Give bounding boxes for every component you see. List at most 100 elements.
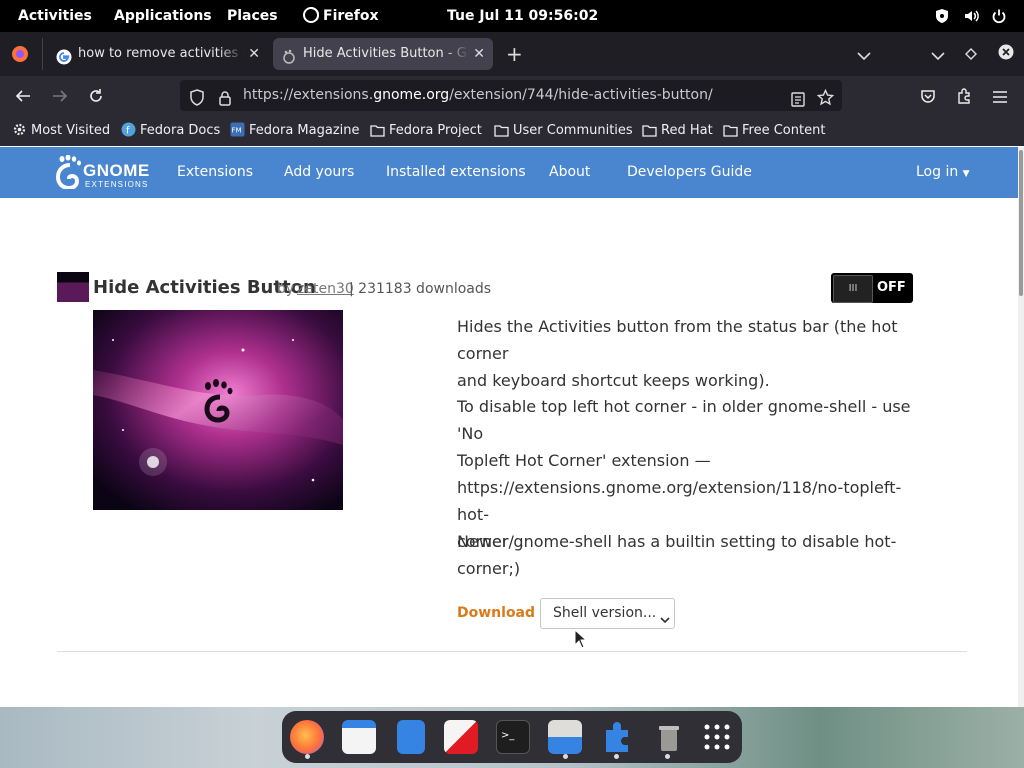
scrollbar-thumb[interactable] [1019, 150, 1023, 296]
bookmark-free-content[interactable]: Free Content [723, 116, 825, 146]
divider [42, 38, 43, 70]
shield-icon[interactable] [935, 8, 949, 28]
clock[interactable]: Tue Jul 11 09:56:02 [447, 0, 598, 32]
gnome-foot-logo-icon [56, 155, 81, 189]
extensions-icon[interactable] [956, 88, 972, 108]
show-apps-grid-icon[interactable] [700, 720, 734, 754]
bookmark-fedora-project[interactable]: Fedora Project [370, 116, 482, 146]
extensions-puzzle-icon[interactable] [600, 720, 634, 754]
bookmark-label: Most Visited [31, 123, 111, 138]
applications-menu[interactable]: Applications [114, 0, 212, 32]
firefox-view-icon[interactable] [11, 45, 29, 67]
reload-icon[interactable] [88, 88, 104, 108]
nav-developers-guide[interactable]: Developers Guide [627, 147, 752, 198]
forward-icon[interactable] [52, 88, 68, 108]
bookmark-star-icon[interactable] [816, 87, 835, 118]
navigation-toolbar: https://extensions.gnome.org/extension/7… [0, 76, 1024, 116]
gnome-top-bar: Activities Applications Places Firefox T… [0, 0, 1024, 32]
logo-text-bottom: EXTENSIONS [85, 180, 149, 189]
svg-text:FM: FM [232, 127, 242, 135]
firefox-icon [303, 6, 320, 23]
tab-hide-activities-button[interactable]: Hide Activities Button - GNOME ✕ [273, 38, 493, 70]
folder-icon [370, 125, 385, 137]
toggle-state-label: OFF [877, 280, 906, 295]
folder-icon [642, 125, 657, 137]
chevron-down-icon[interactable] [931, 46, 945, 65]
list-tabs-icon[interactable] [857, 46, 871, 65]
site-header: GNOME EXTENSIONS Extensions Add yours In… [0, 147, 1018, 198]
bookmark-fedora-docs[interactable]: f Fedora Docs [121, 116, 220, 146]
folder-icon [723, 125, 738, 137]
bookmark-label: Fedora Project [389, 123, 482, 138]
firefox-icon[interactable] [290, 720, 324, 754]
shell-version-value: Shell version... [553, 605, 657, 621]
description-line: Topleft Hot Corner' extension — [457, 451, 711, 470]
extension-screenshot[interactable] [93, 310, 343, 510]
terminal-icon[interactable]: >_ [496, 720, 530, 754]
bookmark-user-communities[interactable]: User Communities [494, 116, 633, 146]
back-icon[interactable] [15, 88, 31, 108]
tab-strip: how to remove activities gnome ✕ Hide Ac… [0, 32, 1024, 76]
description-line: https://extensions.gnome.org/extension/1… [457, 478, 902, 524]
extension-icon [57, 272, 89, 302]
gnome-extensions-logo[interactable]: GNOME EXTENSIONS [56, 155, 150, 191]
chevron-down-icon [660, 609, 670, 628]
tweaks-icon[interactable] [548, 720, 582, 754]
pocket-icon[interactable] [920, 88, 936, 108]
tab-title: how to remove activities gnome [78, 46, 244, 61]
gear-icon [13, 123, 26, 136]
running-indicator [614, 754, 619, 759]
close-icon[interactable]: ✕ [248, 38, 260, 70]
minimize-icon[interactable] [965, 45, 977, 64]
new-tab-icon[interactable]: + [506, 42, 523, 66]
menu-icon[interactable] [992, 89, 1008, 108]
shell-version-select[interactable]: Shell version... [540, 598, 675, 629]
power-icon[interactable] [991, 8, 1007, 28]
places-menu[interactable]: Places [227, 0, 278, 32]
extension-toggle-switch[interactable]: III OFF [831, 273, 913, 303]
url-bar[interactable]: https://extensions.gnome.org/extension/7… [180, 80, 842, 111]
app-name: Firefox [323, 8, 379, 24]
files-icon[interactable] [397, 720, 425, 754]
section-divider [57, 651, 967, 652]
software-icon[interactable] [444, 720, 478, 754]
description-line: Newer gnome-shell has a builtin setting … [457, 532, 897, 551]
by-label: by [277, 281, 295, 297]
nav-about[interactable]: About [549, 147, 590, 198]
login-menu[interactable]: Log in ▼ [916, 147, 970, 198]
fedora-icon: f [121, 122, 136, 137]
close-icon[interactable]: ✕ [473, 38, 485, 70]
logo-text-top: GNOME [83, 161, 150, 180]
description-line: and keyboard shortcut keeps working). [457, 371, 770, 390]
nav-installed-extensions[interactable]: Installed extensions [386, 147, 526, 198]
close-window-icon[interactable] [998, 44, 1014, 64]
trash-icon[interactable] [652, 720, 686, 754]
author-link[interactable]: zeten30 [297, 281, 354, 297]
running-indicator [563, 754, 568, 759]
bookmark-label: Fedora Magazine [249, 123, 360, 138]
url-text: https://extensions.gnome.org/extension/7… [243, 80, 713, 111]
volume-icon[interactable] [963, 8, 979, 28]
download-count: | 231183 downloads [349, 281, 492, 297]
bookmark-fedora-magazine[interactable]: FM Fedora Magazine [230, 116, 360, 146]
login-label: Log in [916, 164, 959, 180]
bookmark-red-hat[interactable]: Red Hat [642, 116, 713, 146]
nav-extensions[interactable]: Extensions [177, 147, 253, 198]
description-line: To disable top left hot corner - in olde… [457, 397, 911, 443]
fedora-magazine-icon: FM [230, 122, 245, 137]
running-indicator [665, 754, 670, 759]
app-menu[interactable]: Firefox [303, 0, 379, 32]
description-line: Hides the Activities button from the sta… [457, 317, 898, 363]
shield-tracking-icon[interactable] [189, 87, 205, 118]
reader-view-icon[interactable] [791, 88, 805, 119]
description-paragraph-1: Hides the Activities button from the sta… [457, 313, 927, 394]
toggle-knob: III [833, 275, 873, 303]
bookmarks-toolbar: Most Visited f Fedora Docs FM Fedora Magaz… [0, 116, 1024, 146]
activities-button[interactable]: Activities [18, 0, 92, 32]
calendar-icon[interactable] [342, 720, 376, 754]
folder-icon [494, 125, 509, 137]
nav-add-yours[interactable]: Add yours [284, 147, 354, 198]
bookmark-most-visited[interactable]: Most Visited [12, 116, 110, 146]
lock-icon[interactable] [218, 87, 232, 118]
tab-google-search[interactable]: how to remove activities gnome ✕ [48, 38, 268, 70]
